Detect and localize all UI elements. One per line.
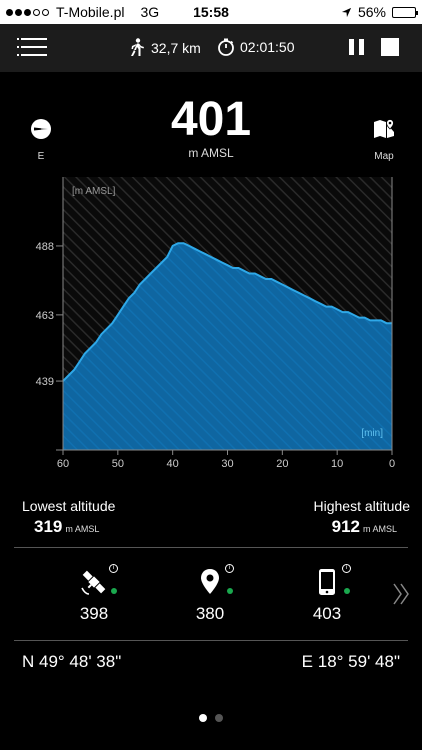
status-dot bbox=[344, 588, 350, 594]
location-value: 380 bbox=[195, 604, 225, 623]
highest-value: 912 bbox=[331, 517, 360, 536]
location-pin-icon bbox=[201, 569, 219, 594]
walking-icon bbox=[131, 38, 144, 56]
menu-button[interactable] bbox=[17, 38, 47, 58]
x-tick-label: 30 bbox=[221, 458, 233, 470]
duration-value: 02:01:50 bbox=[240, 39, 295, 55]
chevron-right-icon[interactable] bbox=[392, 582, 412, 606]
x-tick-label: 50 bbox=[112, 458, 124, 470]
pause-icon bbox=[349, 39, 354, 55]
gps-value: 398 bbox=[79, 604, 109, 623]
map-button[interactable]: Map bbox=[370, 118, 398, 162]
current-altitude: 401 bbox=[170, 93, 252, 146]
lowest-altitude-value: 319 m AMSL bbox=[34, 517, 115, 537]
y-tick-label: 439 bbox=[36, 376, 54, 388]
lowest-altitude: Lowest altitude 319 m AMSL bbox=[22, 498, 115, 537]
chart-grid bbox=[56, 245, 63, 382]
longitude: E 18° 59' 48" bbox=[301, 652, 400, 671]
location-arrow-icon bbox=[341, 7, 352, 17]
page-dot[interactable] bbox=[215, 714, 223, 722]
status-dot bbox=[227, 588, 233, 594]
x-tick-label: 20 bbox=[276, 458, 288, 470]
page-indicator bbox=[0, 714, 422, 722]
gps-source[interactable]: i 398 bbox=[64, 564, 124, 624]
divider bbox=[14, 547, 408, 548]
y-axis-label: [m AMSL] bbox=[72, 186, 116, 197]
highest-unit: m AMSL bbox=[362, 524, 397, 534]
stop-button[interactable] bbox=[381, 38, 399, 56]
stopwatch-icon bbox=[218, 38, 234, 56]
satellite-icon bbox=[81, 570, 106, 595]
x-tick-labels: 60 50 40 30 20 10 0 bbox=[57, 450, 395, 470]
x-tick-label: 10 bbox=[331, 458, 343, 470]
page-dot[interactable] bbox=[199, 714, 207, 722]
duration-stat: 02:01:50 bbox=[217, 38, 295, 56]
highest-altitude: Highest altitude 912 m AMSL bbox=[313, 498, 410, 537]
location-source[interactable]: i 380 bbox=[180, 564, 240, 624]
distance-value: 32,7 km bbox=[151, 40, 201, 56]
status-right: 56% bbox=[341, 4, 418, 20]
phone-value: 403 bbox=[312, 604, 342, 623]
altitude-unit: m AMSL bbox=[188, 146, 234, 160]
highest-altitude-title: Highest altitude bbox=[313, 498, 410, 514]
x-tick-label: 40 bbox=[167, 458, 179, 470]
latitude: N 49° 48' 38" bbox=[22, 652, 122, 671]
map-pin-icon bbox=[374, 119, 394, 138]
status-dot bbox=[111, 588, 117, 594]
status-bar: T-Mobile.pl 3G 15:58 56% bbox=[0, 0, 422, 24]
battery-percent: 56% bbox=[357, 4, 386, 20]
altitude-chart: [m AMSL] [min] 488 463 439 60 50 40 30 20 10 0 bbox=[36, 177, 395, 470]
menu-icon bbox=[17, 38, 19, 62]
lowest-unit: m AMSL bbox=[65, 524, 100, 534]
info-icon[interactable]: i bbox=[109, 564, 118, 573]
lowest-value: 319 bbox=[34, 517, 63, 536]
highest-altitude-value: 912 m AMSL bbox=[313, 517, 397, 537]
info-icon[interactable]: i bbox=[342, 564, 351, 573]
pause-button[interactable] bbox=[349, 39, 365, 55]
divider bbox=[14, 640, 408, 641]
info-icon[interactable]: i bbox=[225, 564, 234, 573]
battery-icon bbox=[392, 6, 418, 18]
y-tick-label: 488 bbox=[36, 241, 54, 253]
phone-icon bbox=[319, 569, 335, 595]
distance-stat: 32,7 km bbox=[128, 38, 201, 58]
y-tick-label: 463 bbox=[36, 310, 54, 322]
x-tick-label: 60 bbox=[57, 458, 69, 470]
x-axis-label: [min] bbox=[361, 428, 383, 439]
x-tick-label: 0 bbox=[389, 458, 395, 470]
phone-source[interactable]: i 403 bbox=[297, 564, 357, 624]
toolbar: 32,7 km 02:01:50 bbox=[0, 24, 422, 72]
lowest-altitude-title: Lowest altitude bbox=[22, 498, 116, 514]
map-label: Map bbox=[374, 151, 394, 162]
y-tick-labels: 488 463 439 bbox=[36, 241, 54, 388]
